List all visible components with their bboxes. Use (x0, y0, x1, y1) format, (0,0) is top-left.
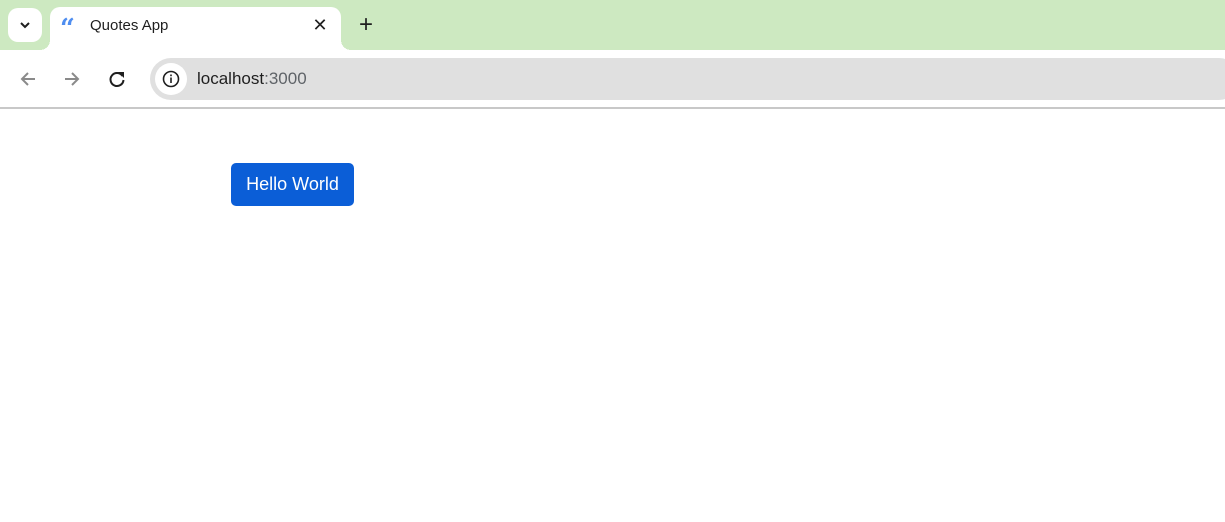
back-button[interactable] (15, 66, 41, 92)
tab-strip: “ Quotes App ✕ + (0, 0, 1225, 50)
info-icon (162, 70, 180, 88)
close-icon[interactable]: ✕ (311, 15, 329, 35)
hello-world-button[interactable]: Hello World (231, 163, 354, 206)
url-text[interactable]: localhost:3000 (197, 69, 307, 89)
tab-quotes-app[interactable]: “ Quotes App ✕ (40, 7, 351, 50)
chevron-down-icon (20, 22, 30, 29)
tab-search-button[interactable] (8, 8, 42, 42)
page-content: Hello World (0, 109, 1225, 522)
reload-icon (109, 72, 125, 87)
arrow-right-icon (65, 72, 80, 86)
forward-button[interactable] (59, 66, 85, 92)
site-info-button[interactable] (155, 63, 187, 95)
url-host: localhost (197, 69, 265, 88)
new-tab-button[interactable]: + (354, 11, 378, 38)
arrow-left-icon (20, 72, 35, 86)
tab-title: Quotes App (90, 17, 169, 34)
address-bar[interactable]: localhost:3000 (150, 58, 1225, 100)
reload-button[interactable] (104, 66, 130, 92)
quote-icon: “ (60, 14, 75, 44)
url-port: :3000 (264, 69, 307, 88)
